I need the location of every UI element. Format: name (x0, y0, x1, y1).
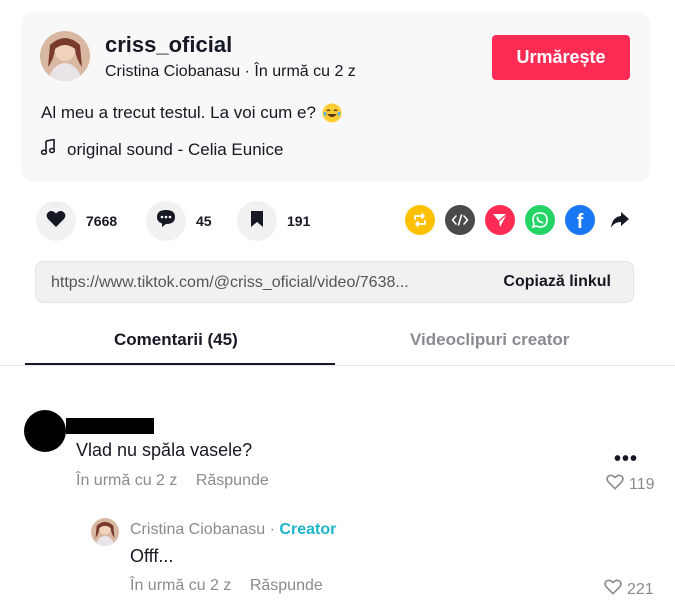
bookmark-icon (250, 210, 264, 233)
save-button[interactable] (237, 201, 277, 241)
whatsapp-icon[interactable] (525, 205, 555, 235)
comment-action[interactable]: 45 (146, 200, 212, 242)
commenter-avatar[interactable] (24, 410, 66, 452)
heart-outline-icon (604, 579, 622, 600)
send-icon[interactable] (485, 205, 515, 235)
reply-author: Cristina Ciobanasu · Creator (130, 521, 336, 539)
copy-link-button[interactable]: Copiază linkul (503, 273, 611, 291)
heart-outline-icon (606, 474, 624, 495)
save-count: 191 (287, 213, 311, 229)
caption-text: Al meu a trecut testul. La voi cum e? (41, 103, 316, 122)
reply-author-name[interactable]: Cristina Ciobanasu (130, 521, 265, 538)
comment-bubble-icon (156, 209, 176, 233)
share-arrow-icon[interactable] (605, 205, 635, 235)
reply-like-button[interactable]: 221 (604, 579, 654, 600)
post-time: În urmă cu 2 z (254, 63, 356, 80)
comment-like-button[interactable]: 119 (606, 474, 655, 495)
author-avatar[interactable] (40, 31, 90, 81)
reply-time: În urmă cu 2 z (130, 577, 232, 594)
post-info-card: criss_oficial Cristina Ciobanasu · În ur… (21, 12, 650, 182)
tab-creator-videos[interactable]: Videoclipuri creator (410, 330, 569, 350)
comment-button[interactable] (146, 201, 186, 241)
post-sound[interactable]: original sound - Celia Eunice (40, 138, 284, 160)
reply-separator: · (269, 521, 275, 538)
author-display-name: Cristina Ciobanasu (105, 63, 241, 80)
reply-text: Offf... (130, 546, 174, 566)
like-count: 7668 (86, 213, 118, 229)
tab-comments[interactable]: Comentarii (45) (114, 330, 238, 350)
laughing-tears-emoji (322, 103, 342, 123)
facebook-icon[interactable]: f (565, 205, 595, 235)
like-action[interactable]: 7668 (36, 200, 117, 242)
save-action[interactable]: 191 (237, 200, 310, 242)
music-note-icon (40, 138, 56, 160)
creator-badge: Creator (279, 521, 337, 538)
author-subline: Cristina Ciobanasu · În urmă cu 2 z (105, 63, 356, 81)
video-link-box: https://www.tiktok.com/@criss_oficial/vi… (35, 261, 634, 303)
embed-icon[interactable] (445, 205, 475, 235)
comment-reply-button[interactable]: Răspunde (196, 472, 269, 489)
sound-name: original sound - Celia Eunice (67, 139, 284, 159)
comment-time: În urmă cu 2 z (76, 472, 178, 489)
comment-text: Vlad nu spăla vasele? (76, 440, 253, 460)
comment-meta: În urmă cu 2 z Răspunde (76, 472, 269, 490)
reply-like-count: 221 (627, 580, 654, 598)
comment-count: 45 (196, 213, 212, 229)
heart-icon (46, 210, 66, 233)
subline-separator: · (244, 63, 250, 80)
creator-reply-avatar[interactable] (91, 518, 119, 546)
tab-divider (0, 365, 675, 366)
video-link-url[interactable]: https://www.tiktok.com/@criss_oficial/vi… (51, 274, 409, 292)
more-options-icon[interactable]: ••• (614, 448, 638, 471)
follow-button[interactable]: Urmărește (492, 35, 630, 80)
post-caption: Al meu a trecut testul. La voi cum e? (41, 103, 342, 123)
commenter-name-redacted (66, 418, 154, 434)
reply-meta: În urmă cu 2 z Răspunde (130, 577, 323, 595)
reply-reply-button[interactable]: Răspunde (250, 577, 323, 594)
comment-like-count: 119 (629, 475, 655, 493)
repost-icon[interactable] (405, 205, 435, 235)
like-button[interactable] (36, 201, 76, 241)
author-username[interactable]: criss_oficial (105, 32, 232, 58)
